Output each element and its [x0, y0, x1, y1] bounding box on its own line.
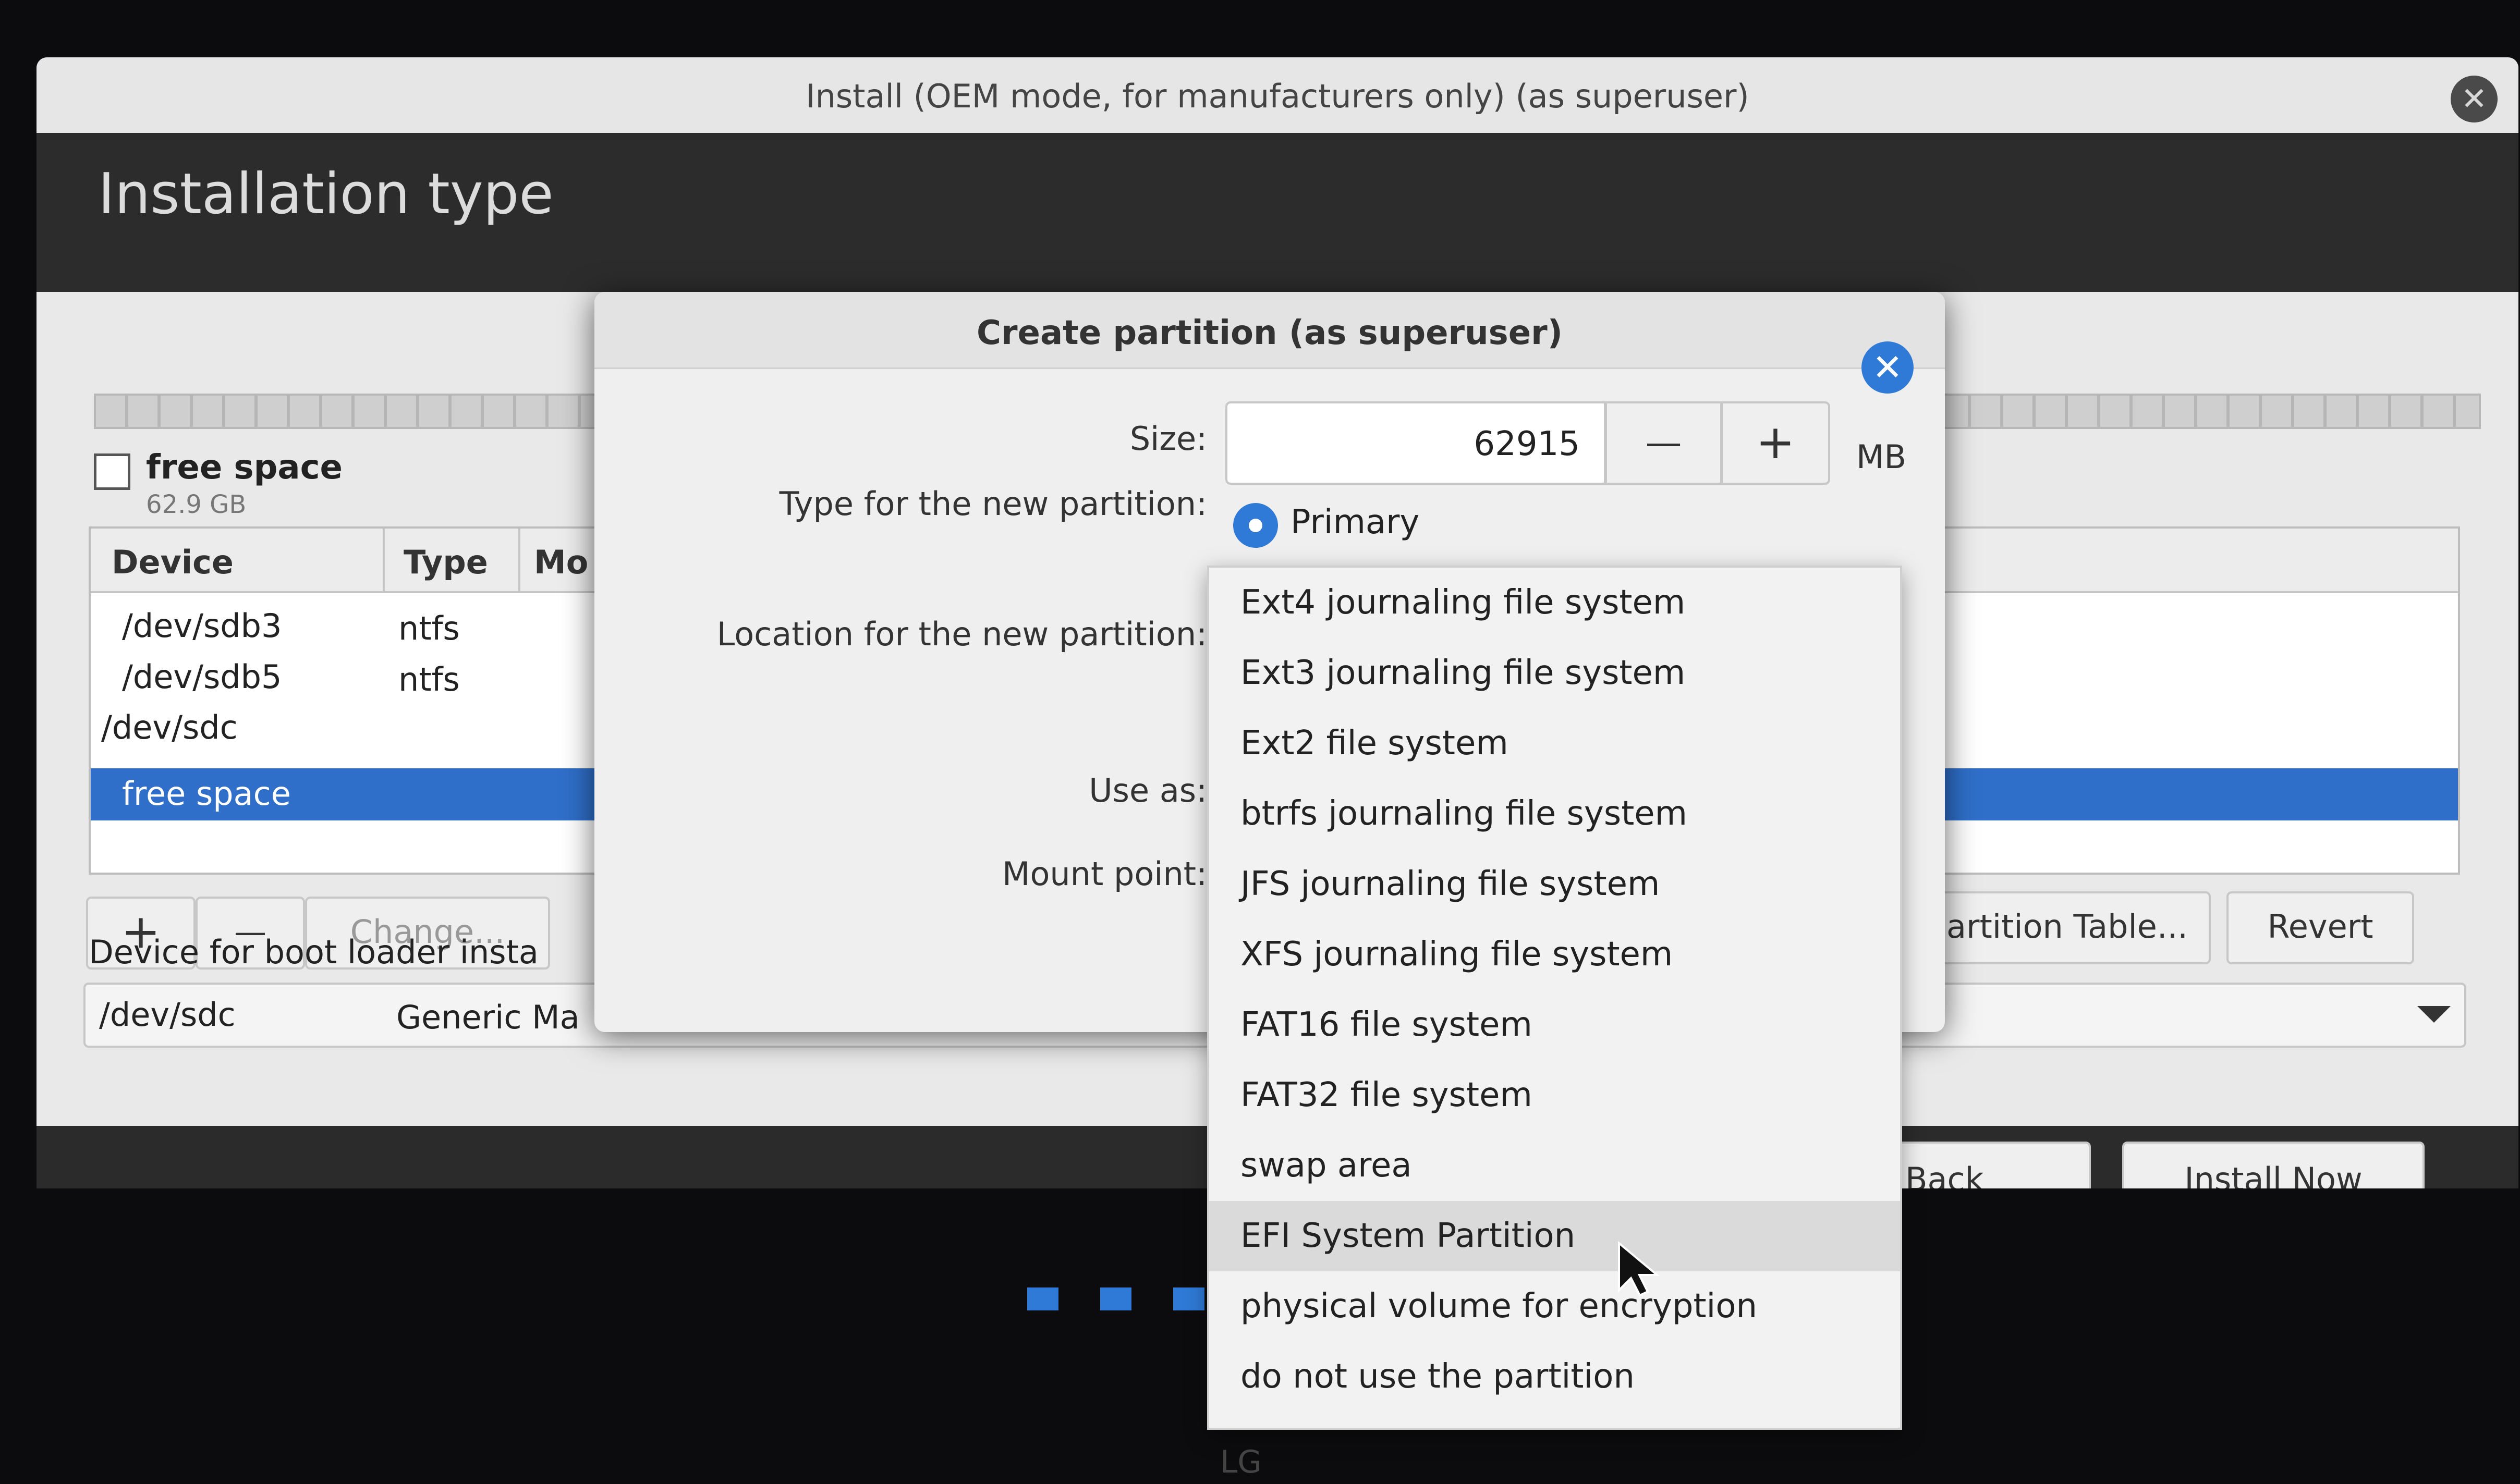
use-as-option[interactable]: swap area [1209, 1131, 1900, 1201]
size-decrement-button[interactable]: — [1605, 401, 1722, 485]
table-row-device[interactable]: /dev/sdb5 [122, 658, 282, 696]
use-as-dropdown-list: Ext4 journaling file system Ext3 journal… [1207, 566, 1902, 1430]
progress-dot [1100, 1287, 1131, 1310]
column-separator [518, 529, 520, 591]
use-as-option[interactable]: FAT16 file system [1209, 990, 1900, 1060]
use-as-option[interactable]: Ext3 journaling file system [1209, 638, 1900, 708]
use-as-label: Use as: [1089, 771, 1207, 810]
use-as-option[interactable]: JFS journaling file system [1209, 849, 1900, 919]
install-now-button[interactable]: Install Now [2122, 1142, 2425, 1188]
use-as-option[interactable]: XFS journaling file system [1209, 919, 1900, 990]
use-as-option[interactable]: physical volume for encryption [1209, 1271, 1900, 1342]
primary-radio-label[interactable]: Primary [1291, 503, 1419, 542]
column-type[interactable]: Type [404, 543, 488, 581]
table-row-device[interactable]: /dev/sdb3 [122, 607, 282, 645]
table-row-type[interactable]: ntfs [398, 660, 460, 698]
boot-loader-model: Generic Ma [396, 998, 580, 1036]
location-label: Location for the new partition: [716, 615, 1207, 653]
use-as-option[interactable]: do not use the partition [1209, 1342, 1900, 1412]
progress-dot [1027, 1287, 1058, 1310]
dialog-title: Create partition (as superuser) [977, 314, 1563, 352]
radio-dot-icon [1249, 519, 1262, 532]
dialog-close-icon[interactable]: ✕ [1861, 341, 1914, 394]
revert-button[interactable]: Revert [2226, 891, 2414, 964]
boot-loader-device: /dev/sdc [99, 996, 236, 1034]
page-title: Installation type [98, 162, 554, 227]
size-unit: MB [1856, 438, 1907, 476]
use-as-option[interactable]: Ext4 journaling file system [1209, 568, 1900, 638]
size-increment-button[interactable]: + [1721, 401, 1830, 485]
mount-point-label: Mount point: [1002, 855, 1207, 893]
use-as-option-highlighted[interactable]: EFI System Partition [1209, 1201, 1900, 1271]
monitor-brand-logo: LG [1220, 1444, 1262, 1480]
use-as-option[interactable]: FAT32 file system [1209, 1060, 1900, 1131]
free-space-legend-size: 62.9 GB [146, 490, 247, 519]
table-row-type[interactable]: ntfs [398, 609, 460, 647]
size-value: 62915 [1474, 425, 1580, 463]
window-title: Install (OEM mode, for manufacturers onl… [806, 77, 1749, 115]
partition-type-label: Type for the new partition: [779, 485, 1207, 523]
use-as-option[interactable]: Ext2 file system [1209, 708, 1900, 779]
size-label: Size: [1129, 420, 1207, 458]
column-device[interactable]: Device [112, 543, 234, 581]
free-space-legend-swatch [94, 453, 130, 490]
use-as-option[interactable]: btrfs journaling file system [1209, 779, 1900, 849]
chevron-down-icon[interactable] [2417, 1006, 2451, 1023]
free-space-legend-label: free space [146, 448, 343, 487]
boot-loader-label: Device for boot loader insta [89, 933, 539, 971]
mouse-cursor-icon [1618, 1241, 1660, 1297]
window-close-icon[interactable]: ✕ [2451, 76, 2498, 122]
selected-row-label: free space [122, 775, 291, 813]
column-mount[interactable]: Mo [534, 543, 588, 581]
progress-dot [1173, 1287, 1204, 1310]
column-separator [383, 529, 385, 591]
table-row-device[interactable]: /dev/sdc [101, 708, 238, 746]
